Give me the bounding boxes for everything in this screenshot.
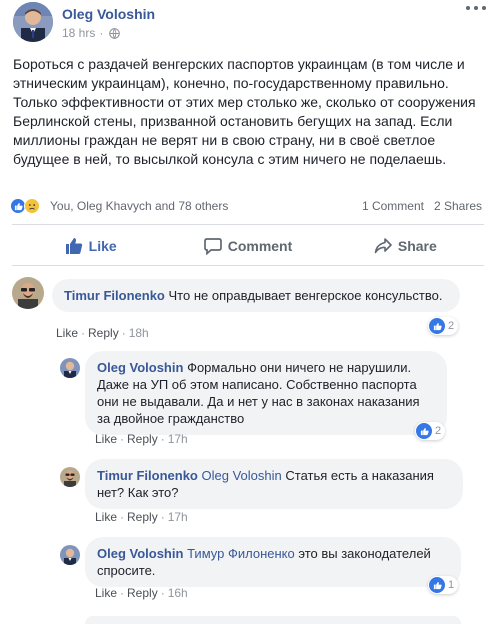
comment-author[interactable]: Timur Filonenko [64,288,165,303]
comment-time[interactable]: 16h [168,586,188,600]
share-button-label: Share [397,238,437,254]
comment-meta: Like · Reply · 17h [95,510,188,524]
divider [12,224,484,225]
comment-reply-link[interactable]: Reply [88,326,119,340]
comment-bubble: Oleg Voloshin Тимур Филоненко это вы зак… [85,537,461,587]
comment-like-link[interactable]: Like [95,510,117,524]
commenter-avatar[interactable] [60,358,80,378]
comment-bubble: Oleg Voloshin Формально они ничего не на… [85,351,447,435]
post-time[interactable]: 18 hrs [62,26,95,40]
comment-time[interactable]: 18h [129,326,149,340]
comment-mention[interactable]: Тимур Филоненко [187,546,295,561]
author-avatar[interactable] [13,2,53,42]
share-icon [374,238,392,254]
like-button-label: Like [88,238,117,254]
post-body: Бороться с раздачей венгерских паспортов… [13,55,487,169]
sad-reaction-icon [24,198,40,214]
comment-reply-link[interactable]: Reply [127,432,158,446]
comment-meta: Like · Reply · 16h [95,586,188,600]
comment-button-label: Comment [227,238,293,254]
post-actions: Like Comment Share [12,228,484,264]
comment-likes-count: 2 [448,320,455,332]
comment-mention[interactable]: Oleg Voloshin [202,468,282,483]
divider [12,265,484,266]
comment-icon [203,238,222,255]
comment-bubble: Timur Filonenko Что не оправдывает венге… [52,279,460,312]
comment-reply-link[interactable]: Reply [127,510,158,524]
commenter-avatar[interactable] [60,545,80,565]
comment-time[interactable]: 17h [168,432,188,446]
comment-button[interactable]: Comment [169,228,326,264]
shares-count[interactable]: 2 Shares [434,199,482,213]
reaction-icons[interactable] [10,198,40,214]
comment-author[interactable]: Timur Filonenko [97,468,198,483]
comment-likes-badge[interactable]: 1 [428,576,459,594]
like-reaction-icon [429,318,445,334]
comments-count[interactable]: 1 Comment [362,199,424,213]
comment-like-link[interactable]: Like [56,326,78,340]
comment-likes-badge[interactable]: 2 [428,317,459,335]
comment-author[interactable]: Oleg Voloshin [97,360,183,375]
comment-likes-count: 2 [435,425,442,437]
post-author-name[interactable]: Oleg Voloshin [62,6,155,22]
comment-like-link[interactable]: Like [95,586,117,600]
comment-meta: Like · Reply · 18h [56,326,149,340]
comment-like-link[interactable]: Like [95,432,117,446]
commenter-avatar[interactable] [60,467,80,487]
comment-likes-count: 1 [448,579,455,591]
post-counts: 1 Comment 2 Shares [362,199,482,213]
commenter-avatar[interactable] [12,277,44,309]
post-text: Бороться с раздачей венгерских паспортов… [13,56,476,167]
reactions-summary: You, Oleg Khavych and 78 others 1 Commen… [10,198,486,216]
more-options-icon[interactable] [466,2,486,14]
post-header: Oleg Voloshin 18 hrs · [0,0,496,46]
comment-author[interactable]: Oleg Voloshin [97,546,183,561]
reaction-names[interactable]: You, Oleg Khavych and 78 others [50,199,228,213]
comment-text: Что не оправдывает венгерское консульств… [168,288,443,303]
like-reaction-icon [429,577,445,593]
comment-reply-link[interactable]: Reply [127,586,158,600]
post-meta: 18 hrs · [62,26,121,40]
comment-likes-badge[interactable]: 2 [415,422,446,440]
share-button[interactable]: Share [327,228,484,264]
comment-meta: Like · Reply · 17h [95,432,188,446]
like-reaction-icon [416,423,432,439]
comment-bubble: Timur Filonenko Oleg Voloshin Статья ест… [85,459,463,509]
comment-bubble [85,616,461,624]
comment-time[interactable]: 17h [168,510,188,524]
globe-icon [109,27,121,39]
thumbs-up-icon [65,238,82,254]
like-button[interactable]: Like [12,228,169,264]
